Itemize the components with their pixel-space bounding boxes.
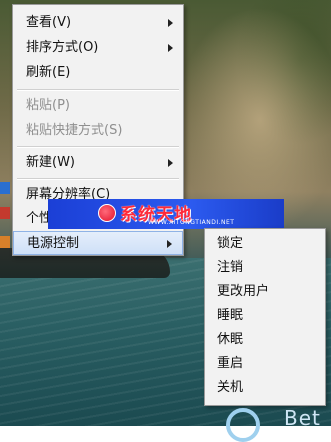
menu-item-label: 电源控制: [27, 236, 80, 251]
watermark-logo-icon: [98, 204, 116, 222]
submenu-item-hibernate[interactable]: 休眠: [205, 328, 325, 352]
menu-item-paste-shortcut[interactable]: 粘贴快捷方式(S): [13, 119, 183, 143]
menu-item-sort-by[interactable]: 排序方式(O): [13, 36, 183, 60]
menu-item-paste[interactable]: 粘贴(P): [13, 94, 183, 118]
submenu-arrow-icon: [167, 240, 172, 248]
desktop-icon-partial[interactable]: [0, 236, 10, 248]
menu-item-label: 排序方式(O): [26, 40, 99, 55]
site-watermark-banner: 系统天地 WWW.XITONGTIANDI.NET: [48, 199, 284, 229]
submenu-item-label: 重启: [217, 356, 244, 371]
menu-item-view[interactable]: 查看(V): [13, 11, 183, 35]
submenu-item-switch-user[interactable]: 更改用户: [205, 280, 325, 304]
desktop-icon-partial[interactable]: [0, 182, 10, 194]
brand-logo-text: Bet: [284, 406, 321, 430]
submenu-item-sleep[interactable]: 睡眠: [205, 304, 325, 328]
menu-separator: [17, 178, 179, 180]
submenu-item-label: 休眠: [217, 332, 244, 347]
menu-item-label: 粘贴(P): [26, 98, 70, 113]
submenu-item-label: 更改用户: [217, 284, 270, 299]
submenu-arrow-icon: [168, 159, 173, 167]
submenu-item-restart[interactable]: 重启: [205, 352, 325, 376]
menu-item-new[interactable]: 新建(W): [13, 151, 183, 175]
submenu-item-label: 睡眠: [217, 308, 244, 323]
submenu-arrow-icon: [168, 19, 173, 27]
submenu-item-lock[interactable]: 锁定: [205, 232, 325, 256]
brand-logo: Bet: [226, 406, 331, 442]
submenu-item-label: 锁定: [217, 236, 244, 251]
watermark-url: WWW.XITONGTIANDI.NET: [148, 219, 235, 226]
menu-separator: [17, 146, 179, 148]
submenu-item-label: 注销: [217, 260, 244, 275]
desktop-icon-partial[interactable]: [0, 207, 10, 219]
menu-item-label: 粘贴快捷方式(S): [26, 123, 123, 138]
submenu-item-label: 关机: [217, 380, 244, 395]
power-submenu: 锁定 注销 更改用户 睡眠 休眠 重启 关机: [204, 228, 326, 406]
menu-item-label: 新建(W): [26, 155, 75, 170]
menu-item-label: 刷新(E): [26, 65, 71, 80]
menu-item-refresh[interactable]: 刷新(E): [13, 61, 183, 85]
menu-item-label: 查看(V): [26, 15, 72, 30]
brand-logo-icon: [226, 408, 260, 442]
menu-item-power-control[interactable]: 电源控制: [13, 231, 183, 255]
menu-separator: [17, 89, 179, 91]
submenu-item-shutdown[interactable]: 关机: [205, 376, 325, 400]
submenu-arrow-icon: [168, 44, 173, 52]
submenu-item-logoff[interactable]: 注销: [205, 256, 325, 280]
